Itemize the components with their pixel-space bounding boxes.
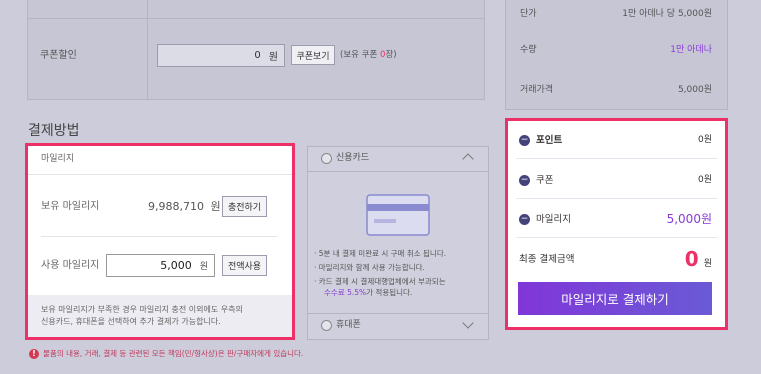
minus-icon: − <box>519 135 530 146</box>
mileage-summary-value: 5,000원 <box>666 212 712 226</box>
use-mileage-input[interactable]: 5,000 원 <box>106 254 215 277</box>
cc-fee-rest: 가 적용됩니다. <box>366 288 413 297</box>
final-amount: 0 원 <box>600 249 712 269</box>
cc-fee-highlight: 수수료 5.5% <box>324 288 367 297</box>
held-mileage-amount: 9,988,710 원 <box>148 201 221 212</box>
final-amount-unit: 원 <box>703 259 712 269</box>
coupon-held-text: (보유 쿠폰 0장) <box>340 51 397 60</box>
trade-price-label: 거래가격 <box>520 85 554 95</box>
cc-bullet-3-cont: 수수료 5.5%가 적용됩니다. <box>324 289 412 297</box>
payment-section-title: 결제방법 <box>28 123 80 139</box>
unit-price-label: 단가 <box>520 9 537 19</box>
divider <box>516 237 717 238</box>
divider <box>516 198 717 199</box>
divider <box>516 158 717 159</box>
tab-mileage[interactable]: 마일리지 <box>41 155 74 164</box>
coupon-amount-value: 0 <box>254 50 261 61</box>
cc-bullet-3: · 카드 결제 시 결제대행업체에서 부과되는 <box>314 277 446 286</box>
coupon-summary-value: 0원 <box>697 175 712 185</box>
divider <box>41 236 277 237</box>
mileage-notice-line2: 신용카드, 휴대폰을 선택하여 추가 결제가 가능합니다. <box>41 317 221 326</box>
quantity-value: 1만 아데나 <box>670 45 712 55</box>
minus-icon: − <box>519 175 530 186</box>
minus-icon: − <box>519 214 530 225</box>
credit-card-label[interactable]: 신용카드 <box>336 154 369 163</box>
use-all-button[interactable]: 전액사용 <box>222 255 267 276</box>
coupon-amount-unit: 원 <box>268 52 278 63</box>
divider <box>28 174 292 175</box>
coupon-view-button[interactable]: 쿠폰보기 <box>291 45 335 65</box>
credit-card-radio[interactable] <box>321 153 332 164</box>
warning-icon: ! <box>29 349 39 359</box>
points-value: 0원 <box>697 135 712 145</box>
divider <box>147 0 148 100</box>
pay-with-mileage-button[interactable]: 마일리지로 결제하기 <box>518 282 712 315</box>
phone-label[interactable]: 휴대폰 <box>336 321 361 330</box>
use-mileage-unit: 원 <box>199 262 208 272</box>
held-mileage-label: 보유 마일리지 <box>41 201 100 212</box>
use-mileage-value: 5,000 <box>160 259 192 272</box>
coupon-held-prefix: (보유 쿠폰 <box>340 50 381 60</box>
divider <box>308 313 488 314</box>
trade-price-value: 5,000원 <box>677 85 712 95</box>
cc-bullet-2: · 마일리지와 함께 사용 가능합니다. <box>314 263 425 272</box>
held-mileage-unit: 원 <box>210 200 221 213</box>
points-label: 포인트 <box>536 135 563 146</box>
mileage-notice-box <box>28 295 292 337</box>
final-amount-label: 최종 결제금액 <box>519 254 575 265</box>
mileage-notice-line1: 보유 마일리지가 부족한 경우 마일리지 충전 이외에도 우측의 <box>41 305 243 314</box>
divider <box>308 171 488 172</box>
coupon-label: 쿠폰할인 <box>40 50 77 61</box>
coupon-summary-label: 쿠폰 <box>536 175 554 186</box>
footer-notice: 물품의 내용, 거래, 결제 등 관련된 모든 책임(민/형사상)은 판/구매자… <box>43 349 304 358</box>
coupon-held-suffix: 장) <box>385 50 397 60</box>
held-mileage-value: 9,988,710 <box>148 200 204 213</box>
coupon-amount-field[interactable]: 0 원 <box>157 44 285 67</box>
phone-radio[interactable] <box>321 320 332 331</box>
divider <box>27 18 485 19</box>
cc-bullet-1: · 5분 내 결제 미완료 시 구매 취소 됩니다. <box>314 249 447 258</box>
unit-price-value: 1만 아데나 당 5,000원 <box>622 9 712 19</box>
final-amount-value: 0 <box>684 247 699 271</box>
credit-card-icon <box>366 194 430 236</box>
charge-button[interactable]: 충전하기 <box>222 196 267 217</box>
use-mileage-label: 사용 마일리지 <box>41 260 100 271</box>
credit-card-panel <box>307 146 489 340</box>
quantity-label: 수량 <box>520 45 537 55</box>
mileage-summary-label: 마일리지 <box>536 214 571 225</box>
